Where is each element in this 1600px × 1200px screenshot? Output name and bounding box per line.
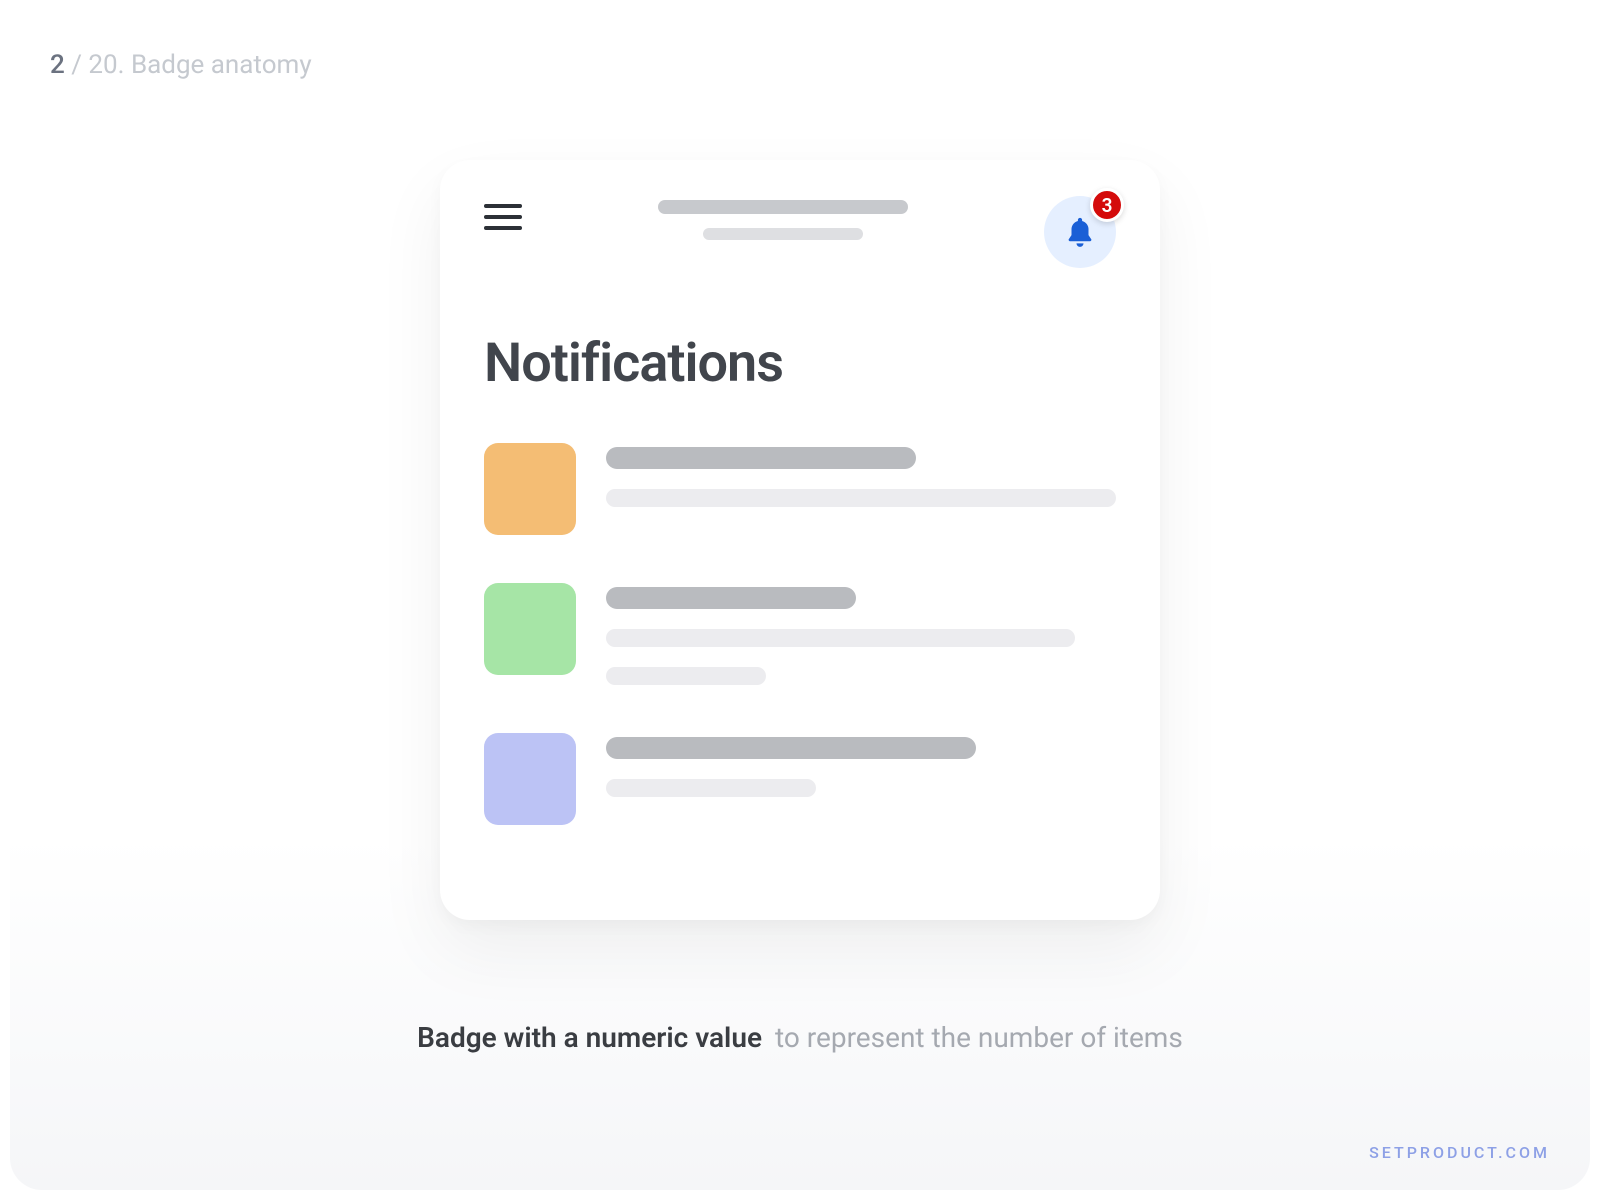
notifications-bell-button[interactable]: 3: [1044, 196, 1116, 268]
caption-strong: Badge with a numeric value: [417, 1021, 762, 1054]
item-content-placeholder: [606, 733, 1116, 825]
notifications-card: 3 Notifications: [440, 160, 1160, 920]
placeholder-line: [606, 629, 1075, 647]
caption: Badge with a numeric value to represent …: [10, 1021, 1590, 1054]
header-title-placeholder: [542, 200, 1024, 240]
slide-frame: 2 / 20. Badge anatomy 3 Notifications: [10, 10, 1590, 1190]
placeholder-line: [606, 489, 1116, 507]
slide-current-number: 2: [50, 50, 65, 80]
notification-count-badge: 3: [1090, 188, 1124, 222]
caption-light: to represent the number of items: [775, 1021, 1183, 1054]
placeholder-line: [606, 667, 766, 685]
placeholder-line: [658, 200, 908, 214]
list-item[interactable]: [484, 443, 1116, 535]
placeholder-line: [606, 779, 816, 797]
item-thumbnail: [484, 733, 576, 825]
bell-icon: [1063, 215, 1097, 249]
watermark: SETPRODUCT.COM: [1369, 1143, 1550, 1162]
slide-total-title: 20. Badge anatomy: [88, 50, 311, 80]
slide-counter: 2 / 20. Badge anatomy: [50, 50, 312, 80]
placeholder-line: [606, 447, 916, 469]
hamburger-menu-icon[interactable]: [484, 204, 522, 230]
item-thumbnail: [484, 583, 576, 675]
placeholder-line: [606, 737, 976, 759]
item-content-placeholder: [606, 583, 1116, 685]
placeholder-line: [703, 228, 863, 240]
placeholder-line: [606, 587, 856, 609]
slide-separator: /: [65, 50, 89, 80]
list-item[interactable]: [484, 733, 1116, 825]
page-title: Notifications: [484, 332, 1116, 395]
item-content-placeholder: [606, 443, 1116, 535]
list-item[interactable]: [484, 583, 1116, 685]
item-thumbnail: [484, 443, 576, 535]
card-header: 3: [484, 196, 1116, 268]
